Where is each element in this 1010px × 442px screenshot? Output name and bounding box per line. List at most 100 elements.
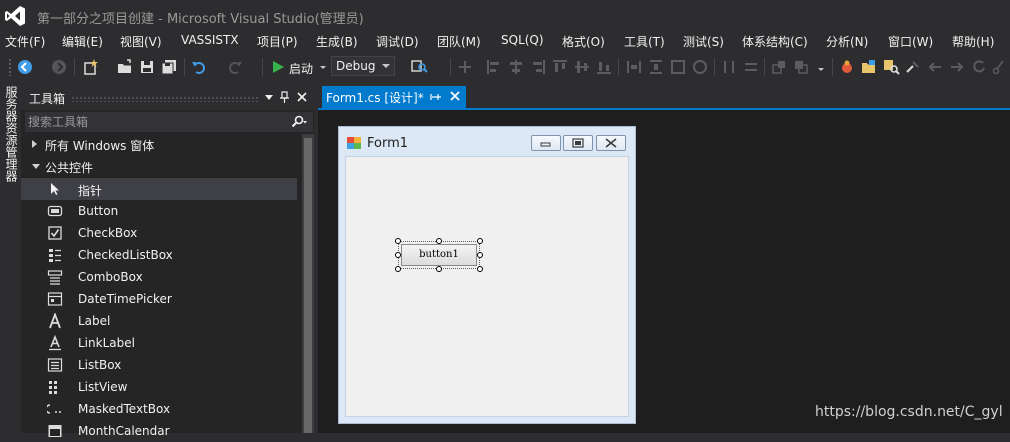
vertical-spacing-icon[interactable]: [742, 58, 760, 76]
toolbox-item-button[interactable]: Button: [21, 200, 297, 222]
solution-configuration-select[interactable]: Debug: [331, 56, 395, 76]
document-tab-strip: Form1.cs [设计]*: [318, 82, 1010, 108]
menu-test[interactable]: 测试(S): [683, 33, 724, 50]
resize-handle[interactable]: [477, 252, 483, 258]
toolbox-scrollbar[interactable]: [302, 134, 314, 433]
align-centers-icon[interactable]: [507, 58, 525, 76]
refresh-icon[interactable]: [970, 58, 988, 76]
menu-team[interactable]: 团队(M): [437, 33, 481, 50]
toolbox-panel: 工具箱 所有 Windows 窗体 公共控件 指针: [21, 86, 314, 438]
search-icon[interactable]: [291, 115, 307, 129]
toolbox-item-combobox[interactable]: ComboBox: [21, 266, 297, 288]
align-middles-icon[interactable]: [573, 58, 591, 76]
button1[interactable]: button1: [401, 244, 477, 266]
minimize-icon[interactable]: [531, 135, 561, 151]
toolbox-item-monthcalendar[interactable]: MonthCalendar: [21, 420, 297, 442]
toolbox-group-common-controls[interactable]: 公共控件: [21, 156, 302, 178]
pin-icon[interactable]: [430, 90, 442, 104]
undo-icon[interactable]: [190, 58, 208, 76]
toolbox-scrollbar-thumb[interactable]: [304, 138, 312, 433]
chevron-down-icon[interactable]: [314, 58, 332, 76]
resize-handle[interactable]: [477, 238, 483, 244]
pin-icon[interactable]: [278, 90, 292, 104]
resize-handle[interactable]: [395, 252, 401, 258]
menu-sql[interactable]: SQL(Q): [501, 33, 544, 47]
maximize-icon[interactable]: [563, 135, 593, 151]
bug-icon[interactable]: [838, 58, 856, 76]
toolbox-item-label[interactable]: Label: [21, 310, 297, 332]
form1-title-bar[interactable]: Form1: [339, 127, 635, 155]
chevron-down-icon[interactable]: [812, 58, 830, 76]
window-position-chevron-icon[interactable]: [262, 90, 276, 104]
bring-to-front-icon[interactable]: [770, 58, 788, 76]
horizontal-spacing-icon[interactable]: [720, 58, 738, 76]
send-to-back-icon[interactable]: [792, 58, 810, 76]
server-explorer-tab[interactable]: 服务器资源管理器: [0, 82, 20, 433]
forward-arrow-icon[interactable]: [948, 58, 966, 76]
make-same-width-icon[interactable]: [625, 58, 643, 76]
menu-help[interactable]: 帮助(H): [952, 33, 994, 50]
back-arrow-icon[interactable]: [926, 58, 944, 76]
toolbox-item-listview[interactable]: ListView: [21, 376, 297, 398]
align-rights-icon[interactable]: [529, 58, 547, 76]
close-icon[interactable]: [295, 90, 309, 104]
menu-analyze[interactable]: 分析(N): [826, 33, 868, 50]
form1-client-area[interactable]: button1: [345, 156, 629, 417]
menu-project[interactable]: 项目(P): [257, 33, 298, 50]
watermark-text: https://blog.csdn.net/C_gyl: [815, 404, 1003, 420]
toolbox-group-all-windows-forms[interactable]: 所有 Windows 窗体: [21, 134, 302, 156]
close-icon[interactable]: [448, 89, 462, 103]
navigate-icon[interactable]: [904, 58, 922, 76]
align-bottoms-icon[interactable]: [595, 58, 613, 76]
toolbox-item-linklabel[interactable]: LinkLabel: [21, 332, 297, 354]
menu-tools[interactable]: 工具(T): [624, 33, 665, 50]
redo-icon[interactable]: [226, 58, 244, 76]
cut-icon[interactable]: [990, 58, 1008, 76]
save-all-icon[interactable]: [160, 58, 178, 76]
make-same-size-icon[interactable]: [669, 58, 687, 76]
align-to-grid-icon[interactable]: [456, 58, 474, 76]
find-in-files-icon[interactable]: [410, 58, 428, 76]
toolbox-item-datetimepicker[interactable]: DateTimePicker: [21, 288, 297, 310]
folder-open-icon[interactable]: [860, 58, 878, 76]
menu-view[interactable]: 视图(V): [120, 33, 162, 50]
menu-build[interactable]: 生成(B): [316, 33, 358, 50]
resize-handle[interactable]: [395, 238, 401, 244]
align-lefts-icon[interactable]: [485, 58, 503, 76]
resize-handle[interactable]: [436, 266, 442, 272]
align-tops-icon[interactable]: [551, 58, 569, 76]
menu-vassistx[interactable]: VASSISTX: [181, 33, 239, 47]
size-to-grid-icon[interactable]: [691, 58, 709, 76]
save-icon[interactable]: [138, 58, 156, 76]
toolbox-search-input[interactable]: [28, 114, 278, 130]
menu-architecture[interactable]: 体系结构(C): [742, 33, 808, 50]
menu-file[interactable]: 文件(F): [5, 33, 45, 50]
form-designer-surface[interactable]: Form1 button1: [318, 110, 1010, 433]
toolbox-drag-grip[interactable]: [71, 96, 259, 102]
resize-handle[interactable]: [477, 266, 483, 272]
make-same-height-icon[interactable]: [647, 58, 665, 76]
new-project-icon[interactable]: [82, 58, 100, 76]
start-debugging-label[interactable]: 启动: [289, 60, 313, 77]
resize-handle[interactable]: [395, 266, 401, 272]
back-icon[interactable]: [16, 58, 34, 76]
toolbox-item-pointer[interactable]: 指针: [21, 178, 297, 200]
toolbar-grip[interactable]: [8, 58, 12, 76]
menu-debug[interactable]: 调试(D): [376, 33, 419, 50]
form1-window[interactable]: Form1 button1: [338, 126, 636, 424]
menu-edit[interactable]: 编辑(E): [62, 33, 103, 50]
toolbox-item-checkbox[interactable]: CheckBox: [21, 222, 297, 244]
toolbox-item-checkedlistbox[interactable]: CheckedListBox: [21, 244, 297, 266]
toolbox-item-listbox[interactable]: ListBox: [21, 354, 297, 376]
menu-window[interactable]: 窗口(W): [888, 33, 933, 50]
toolbox-item-maskedtextbox[interactable]: MaskedTextBox: [21, 398, 297, 420]
open-file-icon[interactable]: [116, 58, 134, 76]
find-symbol-icon[interactable]: [882, 58, 900, 76]
visual-studio-logo-icon: [4, 5, 26, 27]
start-debugging-icon[interactable]: [269, 58, 287, 76]
resize-handle[interactable]: [436, 238, 442, 244]
menu-format[interactable]: 格式(O): [562, 33, 605, 50]
tab-form1-designer[interactable]: Form1.cs [设计]*: [322, 86, 466, 108]
forward-icon[interactable]: [50, 58, 68, 76]
close-icon[interactable]: [596, 135, 626, 151]
